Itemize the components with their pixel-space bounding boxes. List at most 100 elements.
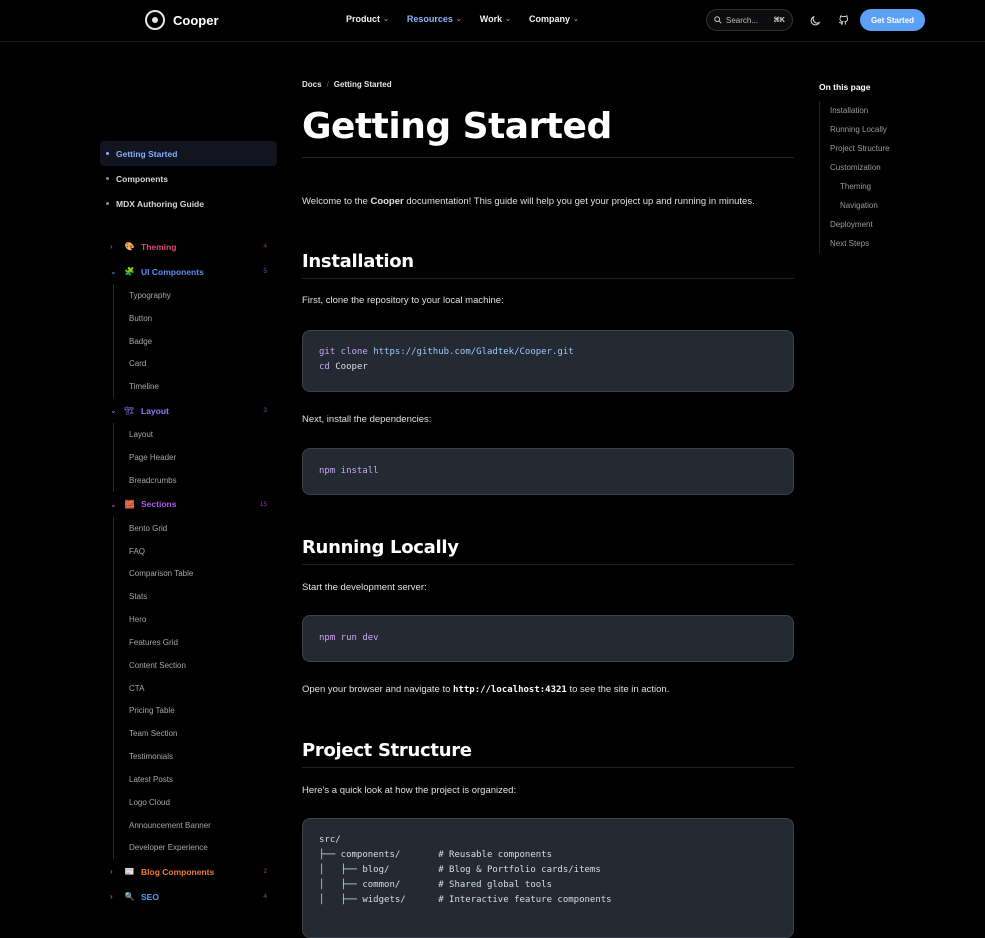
sidebar-group-theming[interactable]: › 🎨 Theming 4 (100, 234, 277, 259)
search-button[interactable]: Search... ⌘K (706, 9, 793, 31)
sidebar-item-breadcrumbs[interactable]: Breadcrumbs (114, 469, 277, 492)
sidebar-item-button[interactable]: Button (114, 307, 277, 330)
sidebar-item-developer-experience[interactable]: Developer Experience (114, 837, 277, 860)
bullet-icon (106, 202, 109, 205)
toc-item-next-steps[interactable]: Next Steps (830, 234, 939, 253)
deps-text: Next, install the dependencies: (302, 414, 432, 425)
dev-code-block: npm run dev (302, 615, 794, 662)
sidebar-subitems: Layout Page Header Breadcrumbs (113, 423, 277, 492)
page-title: Getting Started (302, 106, 794, 158)
chevron-right-icon: › (110, 867, 113, 877)
brand-name: Cooper (173, 12, 219, 28)
sidebar-item-pricing-table[interactable]: Pricing Table (114, 700, 277, 723)
sidebar-item-card[interactable]: Card (114, 353, 277, 376)
sidebar-group-seo[interactable]: › 🔍 SEO 4 (100, 884, 277, 909)
code-token: npm run dev (319, 633, 379, 643)
toc-title: On this page (819, 82, 871, 92)
sidebar-group-ui-components[interactable]: ⌄ 🧩 UI Components 5 (100, 259, 277, 284)
sidebar-item-stats[interactable]: Stats (114, 585, 277, 608)
toc-item-theming[interactable]: Theming (830, 177, 939, 196)
github-button[interactable] (835, 12, 851, 28)
sidebar-item-components[interactable]: Components (100, 166, 277, 191)
sidebar-item-latest-posts[interactable]: Latest Posts (114, 768, 277, 791)
sidebar-item-timeline[interactable]: Timeline (114, 375, 277, 398)
group-count-badge: 15 (259, 500, 267, 508)
localhost-url: http://localhost:4321 (453, 685, 567, 695)
chevron-down-icon: ⌄ (505, 16, 512, 23)
chevron-down-icon: ⌄ (383, 16, 389, 23)
sidebar-group-label: Blog Components (141, 866, 215, 877)
sidebar-group-layout[interactable]: ⌄ 🏗 Layout 3 (100, 398, 277, 423)
open-browser-text: Open your browser and navigate to http:/… (302, 684, 794, 695)
sidebar-item-page-header[interactable]: Page Header (114, 446, 277, 469)
clone-code-block: git clone https://github.com/Gladtek/Coo… (302, 330, 794, 392)
sidebar-item-cta[interactable]: CTA (114, 677, 277, 700)
start-text: Start the development server: (302, 582, 427, 593)
search-icon (714, 16, 722, 24)
sidebar-item-content-section[interactable]: Content Section (114, 654, 277, 677)
sidebar-item-features-grid[interactable]: Features Grid (114, 631, 277, 654)
nav-company-label: Company (529, 14, 571, 24)
toc-item-project-structure[interactable]: Project Structure (830, 139, 939, 158)
install-code-block: npm install (302, 448, 794, 495)
sidebar-item-faq[interactable]: FAQ (114, 540, 277, 563)
chevron-down-icon: ⌄ (110, 267, 117, 276)
group-emoji-icon: 🧩 (124, 267, 135, 276)
theme-toggle-button[interactable] (807, 12, 823, 28)
nav-work-label: Work (479, 14, 503, 24)
open-text: Open your browser and navigate to (302, 684, 454, 695)
sidebar-item-testimonials[interactable]: Testimonials (114, 745, 277, 768)
sidebar-group-label: Theming (141, 241, 177, 252)
sidebar-item-typography[interactable]: Typography (114, 284, 277, 307)
group-count-badge: 2 (263, 868, 267, 876)
structure-code-block: src/ ├── components/ # Reusable componen… (302, 818, 794, 938)
toc-item-running-locally[interactable]: Running Locally (830, 120, 939, 139)
group-count-badge: 4 (263, 243, 267, 250)
sidebar-item-logo-cloud[interactable]: Logo Cloud (114, 791, 277, 814)
nav-work[interactable]: Work ⌄ (480, 14, 511, 24)
sidebar-item-team-section[interactable]: Team Section (114, 722, 277, 745)
chevron-down-icon: ⌄ (110, 406, 117, 416)
sidebar-item-bento-grid[interactable]: Bento Grid (114, 517, 277, 540)
get-started-button[interactable]: Get Started (860, 9, 925, 31)
sidebar-group-blog-components[interactable]: › 📰 Blog Components 2 (100, 859, 277, 884)
clone-text: First, clone the repository to your loca… (302, 295, 504, 306)
intro-paragraph: Welcome to the Cooper documentation! Thi… (302, 196, 794, 207)
toc-item-deployment[interactable]: Deployment (830, 215, 939, 234)
sidebar-item-badge[interactable]: Badge (114, 330, 277, 353)
sidebar-item-getting-started[interactable]: Getting Started (100, 141, 277, 166)
sidebar-item-hero[interactable]: Hero (114, 608, 277, 631)
code-token: npm install (319, 466, 379, 476)
group-emoji-icon: 🔍 (124, 892, 135, 902)
cooper-logo-icon (145, 10, 165, 30)
toc-item-customization[interactable]: Customization (830, 158, 939, 177)
sidebar-group-sections[interactable]: ⌄ 🧱 Sections 15 (100, 492, 277, 517)
toc-item-navigation[interactable]: Navigation (830, 196, 939, 215)
sidebar-item-announcement-banner[interactable]: Announcement Banner (114, 814, 277, 837)
group-emoji-icon: 🎨 (124, 242, 135, 251)
search-shortcut: ⌘K (773, 17, 785, 24)
structure-text: Here's a quick look at how the project i… (302, 785, 517, 796)
sidebar-item-comparison-table[interactable]: Comparison Table (114, 562, 277, 585)
sidebar-subitems: Bento Grid FAQ Comparison Table Stats Hero Fe… (113, 516, 277, 860)
toc-item-installation[interactable]: Installation (830, 101, 939, 120)
intro-text: documentation! This guide will help you … (403, 196, 755, 207)
open-text: to see the site in action. (566, 684, 670, 695)
code-token: cd (319, 362, 330, 372)
nav-product[interactable]: Product ⌄ (346, 14, 389, 24)
chevron-down-icon: ⌄ (573, 16, 579, 23)
breadcrumb-docs[interactable]: Docs (302, 80, 322, 89)
nav-company[interactable]: Company ⌄ (529, 14, 579, 24)
nav-resources[interactable]: Resources ⌄ (407, 14, 462, 24)
sidebar-item-label: Getting Started (116, 148, 178, 159)
sidebar-item-mdx-authoring-guide[interactable]: MDX Authoring Guide (100, 191, 277, 216)
sidebar-item-layout[interactable]: Layout (114, 423, 277, 446)
intro-text: Welcome to the (302, 196, 371, 207)
top-navbar: Cooper Product ⌄ Resources ⌄ Work ⌄ Company… (0, 0, 985, 42)
group-count-badge: 3 (263, 407, 267, 415)
brand-logo[interactable]: Cooper (145, 10, 219, 30)
nav-resources-label: Resources (406, 14, 453, 24)
group-emoji-icon: 📰 (124, 867, 135, 877)
search-placeholder: Search... (726, 15, 759, 25)
on-this-page: On this page Installation Running Locally… (819, 82, 939, 253)
